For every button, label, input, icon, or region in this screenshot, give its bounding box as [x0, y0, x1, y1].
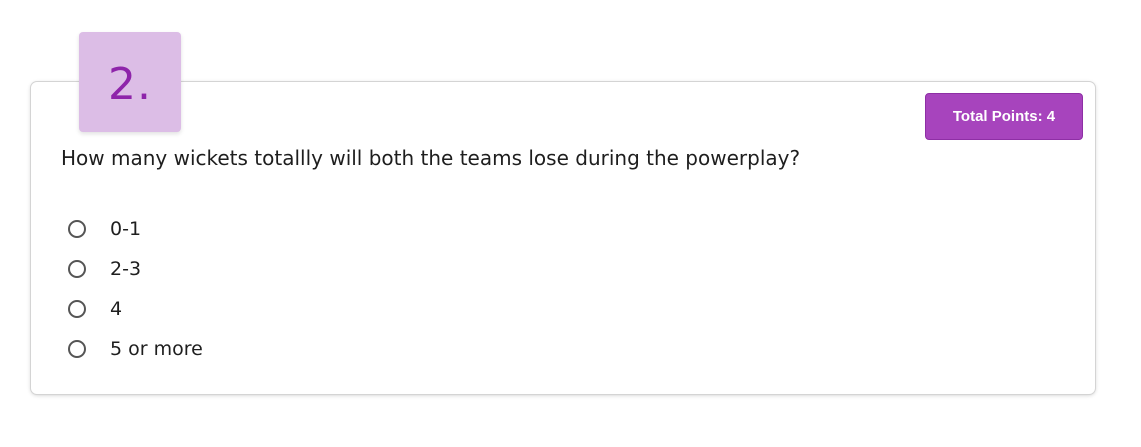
answer-options: 0-1 2-3 4 5 or more	[68, 209, 203, 369]
radio-button-icon[interactable]	[68, 300, 86, 318]
option-label: 4	[110, 298, 123, 320]
radio-button-icon[interactable]	[68, 260, 86, 278]
question-text: How many wickets totallly will both the …	[61, 146, 801, 170]
radio-button-icon[interactable]	[68, 340, 86, 358]
option-label: 2-3	[110, 258, 142, 280]
option-label: 5 or more	[110, 338, 203, 360]
option-5-or-more[interactable]: 5 or more	[68, 329, 203, 369]
option-label: 0-1	[110, 218, 142, 240]
quiz-stage: 2. Total Points: 4 How many wickets tota…	[0, 0, 1141, 447]
question-number-badge: 2.	[79, 32, 181, 132]
option-4[interactable]: 4	[68, 289, 203, 329]
option-2-3[interactable]: 2-3	[68, 249, 203, 289]
question-number: 2.	[108, 58, 152, 110]
option-0-1[interactable]: 0-1	[68, 209, 203, 249]
total-points-badge: Total Points: 4	[925, 93, 1083, 140]
radio-button-icon[interactable]	[68, 220, 86, 238]
